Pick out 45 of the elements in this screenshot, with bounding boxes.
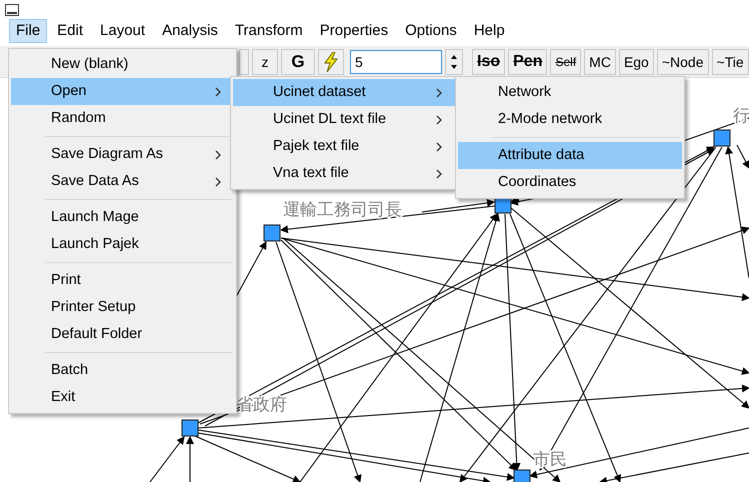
graph-node[interactable] xyxy=(264,224,280,242)
toolbar-button[interactable]: ~Node xyxy=(656,48,709,74)
menu-item[interactable]: Properties xyxy=(312,19,396,43)
menu-item[interactable]: Help xyxy=(466,19,512,43)
menu-item[interactable]: Default Folder xyxy=(11,321,234,348)
toolbar-button[interactable]: Pen xyxy=(508,48,548,74)
toolbar-button[interactable]: ~Tie xyxy=(712,48,749,74)
menu-item[interactable]: Printer Setup xyxy=(11,294,234,321)
menu-item[interactable]: Options xyxy=(398,19,464,43)
toolbar-button[interactable]: G xyxy=(281,48,315,74)
menu-item[interactable]: Analysis xyxy=(155,19,225,43)
toolbar-button[interactable]: Ego xyxy=(618,48,654,74)
toolbar-button[interactable]: MC xyxy=(584,48,616,74)
menu-item[interactable]: Batch xyxy=(11,357,234,384)
menu-item[interactable]: Exit xyxy=(11,384,234,411)
menu-item[interactable]: Ucinet DL text file xyxy=(233,106,455,133)
menu-item[interactable]: Save Diagram As xyxy=(11,141,234,168)
node-label: 運輸工務司司長 xyxy=(283,200,402,220)
graph-node[interactable] xyxy=(714,130,730,146)
menu-item[interactable]: Random xyxy=(11,105,234,132)
spinner-control[interactable] xyxy=(445,48,463,74)
menu-item[interactable]: Save Data As xyxy=(11,168,234,195)
toolbar-button[interactable]: z xyxy=(252,48,278,74)
menu-item[interactable]: 2-Mode network xyxy=(458,106,682,133)
menu-item[interactable]: Print xyxy=(11,267,234,294)
menu-item[interactable]: Layout xyxy=(93,19,152,43)
menu-item[interactable]: Vna text file xyxy=(233,160,455,187)
toolbar-button[interactable] xyxy=(318,48,344,74)
menu-item[interactable]: Launch Pajek xyxy=(11,231,234,258)
menu-item[interactable]: File xyxy=(9,19,48,43)
menu-item[interactable]: Coordinates xyxy=(458,169,682,196)
number-field[interactable]: 5 xyxy=(350,50,442,74)
graph-node[interactable] xyxy=(514,470,530,482)
menu-item[interactable]: Launch Mage xyxy=(11,204,234,231)
menu-item[interactable]: Transform xyxy=(228,19,310,43)
toolbar-button[interactable]: Self xyxy=(550,48,582,74)
menu-item[interactable]: Pajek text file xyxy=(233,133,455,160)
toolbar-button[interactable]: Iso xyxy=(472,48,506,74)
menu-item[interactable]: New (blank) xyxy=(11,51,234,78)
graph-node[interactable] xyxy=(182,420,198,436)
menu-item[interactable]: Network xyxy=(458,79,682,106)
menu-item[interactable]: Ucinet dataset xyxy=(233,79,455,106)
lightning-icon xyxy=(323,52,339,72)
menu-item[interactable]: Attribute data xyxy=(458,142,682,169)
menu-item[interactable]: Edit xyxy=(50,19,90,43)
